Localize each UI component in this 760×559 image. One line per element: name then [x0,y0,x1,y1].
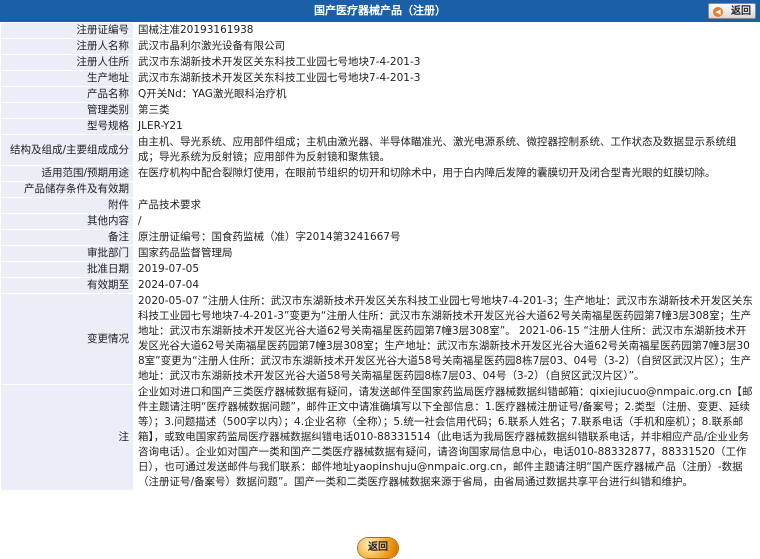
field-value: 产品技术要求 [133,197,760,214]
table-row: 生产地址 武汉市东湖新技术开发区关东科技工业园七号地块7-4-201-3 [0,70,760,87]
table-row: 注册人住所 武汉市东湖新技术开发区关东科技工业园七号地块7-4-201-3 [0,54,760,71]
field-value: / [133,213,760,230]
field-value: 2020-05-07 “注册人住所：武汉市东湖新技术开发区关东科技工业园七号地块… [133,293,760,385]
field-label: 审批部门 [0,245,134,262]
field-value: 武汉市晶利尔激光设备有限公司 [133,38,760,55]
back-arrow-icon: ◀ [713,7,723,17]
field-label: 注 [0,384,134,491]
table-row: 其他内容 / [0,213,760,230]
field-value: 由主机、导光系统、应用部件组成；主机由激光器、半导体瞄准光、激光电源系统、微控器… [133,134,760,166]
field-value: 2019-07-05 [133,261,760,278]
field-label: 适用范围/预期用途 [0,165,134,182]
field-label: 结构及组成/主要组成成分 [0,134,134,166]
back-button-top[interactable]: ◀ 返回 [708,3,756,19]
field-value: JLER-Y21 [133,118,760,135]
field-value [133,181,760,198]
field-label: 变更情况 [0,293,134,385]
table-row: 管理类别 第三类 [0,102,760,119]
table-row: 产品储存条件及有效期 [0,181,760,198]
table-row: 批准日期 2019-07-05 [0,261,760,278]
field-label: 注册证编号 [0,22,134,39]
table-row: 注 企业如对进口和国产三类医疗器械数据有疑问，请发送邮件至国家药监局医疗器械数据… [0,384,760,491]
field-label: 型号规格 [0,118,134,135]
field-value: 国械注准20193161938 [133,22,760,39]
field-label: 产品名称 [0,86,134,103]
field-label: 注册人名称 [0,38,134,55]
back-button-bottom[interactable]: 返回 [358,538,398,558]
table-row: 备注 原注册证编号：国食药监械（准）字2014第3241667号 [0,229,760,246]
field-value: 2024-07-04 [133,277,760,294]
table-row: 注册证编号 国械注准20193161938 [0,22,760,39]
field-label: 管理类别 [0,102,134,119]
table-row: 适用范围/预期用途 在医疗机构中配合裂隙灯使用，在眼前节组织的切开和切除术中，用… [0,165,760,182]
table-row: 型号规格 JLER-Y21 [0,118,760,135]
table-row: 结构及组成/主要组成成分 由主机、导光系统、应用部件组成；主机由激光器、半导体瞄… [0,134,760,166]
field-label: 批准日期 [0,261,134,278]
field-label: 其他内容 [0,213,134,230]
field-value: 原注册证编号：国食药监械（准）字2014第3241667号 [133,229,760,246]
page-title: 国产医疗器械产品（注册） [314,4,446,17]
field-value: Q开关Nd：YAG激光眼科治疗机 [133,86,760,103]
table-row: 附件 产品技术要求 [0,197,760,214]
field-value: 国家药品监督管理局 [133,245,760,262]
field-label: 备注 [0,229,134,246]
field-label: 生产地址 [0,70,134,87]
table-row: 审批部门 国家药品监督管理局 [0,245,760,262]
field-label: 附件 [0,197,134,214]
field-value: 武汉市东湖新技术开发区关东科技工业园七号地块7-4-201-3 [133,70,760,87]
field-label: 注册人住所 [0,54,134,71]
table-row: 有效期至 2024-07-04 [0,277,760,294]
field-label: 产品储存条件及有效期 [0,181,134,198]
back-button-label: 返回 [731,6,751,17]
field-value: 第三类 [133,102,760,119]
field-value: 武汉市东湖新技术开发区关东科技工业园七号地块7-4-201-3 [133,54,760,71]
title-bar: 国产医疗器械产品（注册） ◀ 返回 [0,0,760,22]
field-label: 有效期至 [0,277,134,294]
field-value: 企业如对进口和国产三类医疗器械数据有疑问，请发送邮件至国家药监局医疗器械数据纠错… [133,384,760,491]
table-row: 产品名称 Q开关Nd：YAG激光眼科治疗机 [0,86,760,103]
table-row: 注册人名称 武汉市晶利尔激光设备有限公司 [0,38,760,55]
table-row: 变更情况 2020-05-07 “注册人住所：武汉市东湖新技术开发区关东科技工业… [0,293,760,385]
field-value: 在医疗机构中配合裂隙灯使用，在眼前节组织的切开和切除术中，用于白内障后发障的囊膜… [133,165,760,182]
detail-table: 注册证编号 国械注准20193161938 注册人名称 武汉市晶利尔激光设备有限… [0,22,760,491]
